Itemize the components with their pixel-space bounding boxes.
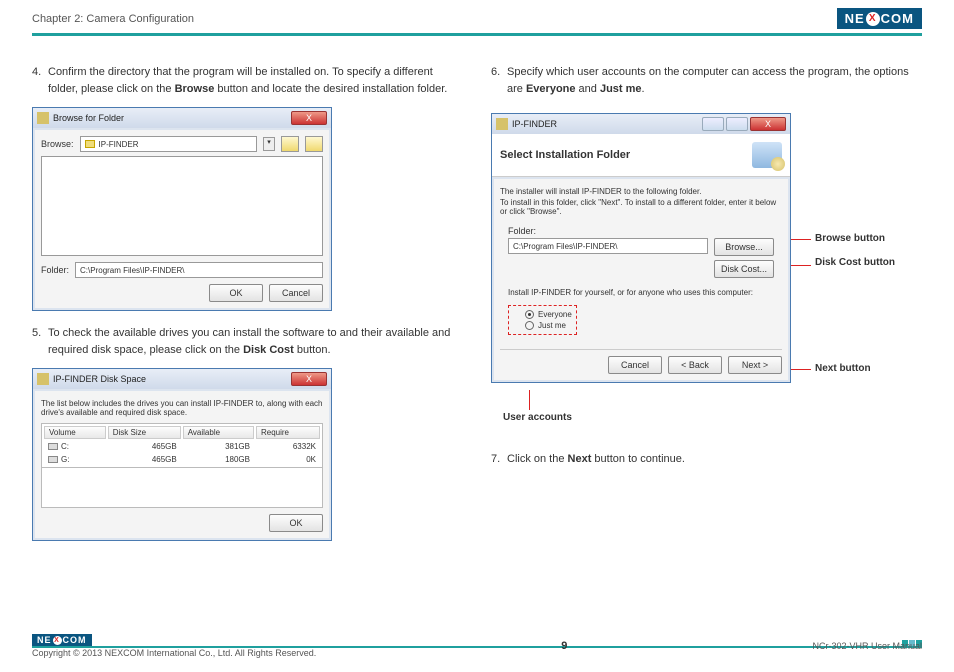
browse-button[interactable]: Browse... <box>714 238 774 256</box>
browse-label: Browse: <box>41 139 74 149</box>
nexcom-logo: NEXCOM <box>837 8 922 29</box>
close-button[interactable]: X <box>750 117 786 131</box>
maximize-button[interactable] <box>726 117 748 131</box>
col-available[interactable]: Available <box>183 426 254 439</box>
app-icon <box>37 373 49 385</box>
file-list[interactable] <box>41 156 323 256</box>
cancel-button[interactable]: Cancel <box>269 284 323 302</box>
col-volume[interactable]: Volume <box>44 426 106 439</box>
step-7: 7. Click on the Next button to continue. <box>491 451 922 468</box>
callout-next: Next button <box>815 363 915 374</box>
next-button[interactable]: Next > <box>728 356 782 374</box>
close-button[interactable]: X <box>291 372 327 386</box>
col-size[interactable]: Disk Size <box>108 426 181 439</box>
manual-name: NCr-302-VHR User Manual <box>812 641 922 651</box>
install-line1: The installer will install IP-FINDER to … <box>500 187 782 196</box>
callout-browse: Browse button <box>815 233 915 244</box>
new-folder-button[interactable] <box>305 136 323 152</box>
radio-just-me[interactable]: Just me <box>525 321 572 330</box>
chapter-title: Chapter 2: Camera Configuration <box>32 13 194 25</box>
folder-icon <box>37 112 49 124</box>
install-for-label: Install IP-FINDER for yourself, or for a… <box>508 288 774 297</box>
ok-button[interactable]: OK <box>209 284 263 302</box>
radio-everyone[interactable]: Everyone <box>525 310 572 319</box>
callout-diskcost: Disk Cost button <box>815 257 915 268</box>
drive-table: Volume Disk Size Available Require C: 46… <box>41 423 323 468</box>
dialog-title: IP-FINDER <box>512 119 702 129</box>
callout-user-accounts: User accounts <box>503 412 603 423</box>
browse-folder-dialog: Browse for Folder X Browse: IP-FINDER ▾ … <box>32 107 332 311</box>
cancel-button[interactable]: Cancel <box>608 356 662 374</box>
folder-input[interactable]: C:\Program Files\IP-FINDER\ <box>75 262 323 278</box>
install-folder-dialog: IP-FINDER X Select Installation Folder T… <box>491 113 791 383</box>
step-5: 5. To check the available drives you can… <box>32 325 463 358</box>
minimize-button[interactable] <box>702 117 724 131</box>
step-6: 6. Specify which user accounts on the co… <box>491 64 922 97</box>
up-folder-button[interactable] <box>281 136 299 152</box>
nexcom-logo-footer: NEXCOM <box>32 634 92 646</box>
folder-label: Folder: <box>41 265 69 275</box>
dialog-title: IP-FINDER Disk Space <box>53 374 291 384</box>
installer-icon <box>752 142 782 168</box>
app-icon <box>496 118 508 130</box>
install-heading: Select Installation Folder <box>500 149 630 161</box>
browse-combo[interactable]: IP-FINDER <box>80 136 257 152</box>
page-number: 9 <box>561 640 567 652</box>
col-require[interactable]: Require <box>256 426 320 439</box>
disk-description: The list below includes the drives you c… <box>41 399 323 417</box>
table-row[interactable]: G: 465GB 180GB 0K <box>44 454 320 465</box>
folder-label: Folder: <box>508 226 782 236</box>
copyright: Copyright © 2013 NEXCOM International Co… <box>32 648 316 658</box>
back-button[interactable]: < Back <box>668 356 722 374</box>
dialog-title: Browse for Folder <box>53 113 291 123</box>
close-button[interactable]: X <box>291 111 327 125</box>
dropdown-arrow[interactable]: ▾ <box>263 137 275 151</box>
folder-input[interactable]: C:\Program Files\IP-FINDER\ <box>508 238 708 254</box>
disk-cost-button[interactable]: Disk Cost... <box>714 260 774 278</box>
ok-button[interactable]: OK <box>269 514 323 532</box>
install-line2: To install in this folder, click "Next".… <box>500 198 782 216</box>
disk-space-dialog: IP-FINDER Disk Space X The list below in… <box>32 368 332 541</box>
step-4: 4. Confirm the directory that the progra… <box>32 64 463 97</box>
table-row[interactable]: C: 465GB 381GB 6332K <box>44 441 320 452</box>
